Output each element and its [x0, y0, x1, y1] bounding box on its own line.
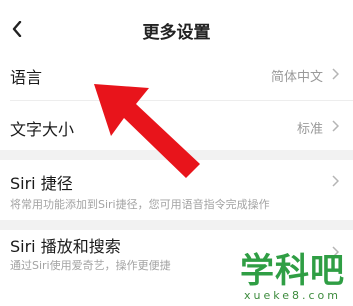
- watermark-url: xueke8.com: [244, 289, 341, 302]
- siri-shortcut-label: Siri 捷径: [10, 174, 73, 193]
- page-title: 更多设置: [142, 23, 211, 43]
- siri-shortcut-subtitle: 将常用功能添加到Siri捷径，您可用语音指令完成操作: [10, 198, 270, 211]
- chevron-right-icon: [330, 174, 340, 188]
- chevron-right-icon: [330, 67, 340, 81]
- section-gap: [0, 220, 353, 230]
- watermark-title: 学科吧: [240, 251, 345, 291]
- language-setting-row[interactable]: 语言 简体中文: [0, 58, 353, 98]
- siri-play-search-label: Siri 播放和搜索: [10, 237, 121, 256]
- watermark-logo: 学科吧 xueke8.com: [240, 252, 345, 302]
- row-divider: [10, 100, 353, 101]
- section-gap: [0, 150, 353, 160]
- font-size-setting-row[interactable]: 文字大小 标准: [0, 104, 353, 148]
- nav-bar: 更多设置: [0, 0, 353, 58]
- font-size-label: 文字大小: [10, 120, 75, 139]
- siri-shortcut-row[interactable]: Siri 捷径 将常用功能添加到Siri捷径，您可用语音指令完成操作: [0, 160, 353, 220]
- language-value: 简体中文: [270, 70, 323, 85]
- siri-play-search-subtitle: 通过Siri使用爱奇艺，操作更便捷: [10, 259, 171, 272]
- language-label: 语言: [10, 68, 43, 87]
- font-size-value: 标准: [296, 122, 323, 137]
- chevron-right-icon: [330, 119, 340, 133]
